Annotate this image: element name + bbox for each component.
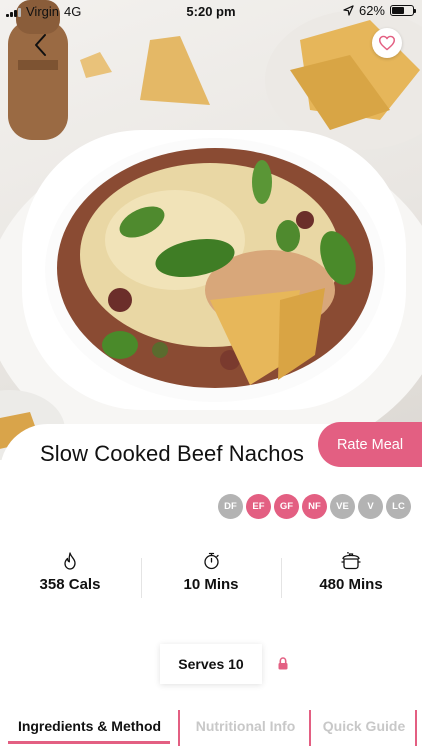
serves-button[interactable]: Serves 10 — [160, 644, 262, 684]
diet-tag-lc: LC — [386, 494, 411, 519]
tab-ingredients-method[interactable]: Ingredients & Method — [0, 706, 179, 746]
battery-icon — [390, 5, 416, 16]
tab-separator — [309, 710, 311, 746]
flame-icon — [64, 552, 76, 570]
tab-nutritional-info[interactable]: Nutritional Info — [181, 706, 310, 746]
diet-tag-ve: VE — [330, 494, 355, 519]
prep-time-value: 10 Mins — [183, 576, 239, 593]
dietary-tags: DF EF GF NF VE V LC — [218, 494, 411, 519]
back-button[interactable] — [28, 30, 54, 60]
stat-calories: 358 Cals — [0, 552, 140, 593]
calories-value: 358 Cals — [39, 576, 101, 593]
heart-outline-icon — [378, 35, 395, 51]
diet-tag-ef: EF — [246, 494, 271, 519]
cook-time-value: 480 Mins — [319, 576, 383, 593]
diet-tag-df: DF — [218, 494, 243, 519]
nachos-photo — [0, 0, 422, 460]
battery-percent: 62% — [358, 3, 385, 18]
stat-prep-time: 10 Mins — [141, 552, 281, 593]
status-bar: Virgin 4G 5:20 pm 62% — [0, 0, 422, 22]
location-arrow-icon — [343, 5, 354, 16]
stopwatch-icon — [203, 552, 219, 570]
status-right: 62% — [343, 3, 416, 18]
tab-separator — [415, 710, 417, 746]
stat-cook-time: 480 Mins — [281, 552, 421, 593]
active-tab-indicator — [8, 741, 170, 744]
battery-level — [392, 7, 405, 14]
favorite-button[interactable] — [372, 28, 402, 58]
tab-separator — [178, 710, 180, 746]
slow-cooker-icon — [341, 552, 361, 570]
diet-tag-nf: NF — [302, 494, 327, 519]
lock-icon — [278, 657, 288, 670]
recipe-hero-image — [0, 0, 422, 460]
recipe-stats: 358 Cals 10 Mins 480 Mins — [0, 552, 422, 604]
diet-tag-v: V — [358, 494, 383, 519]
recipe-title: Slow Cooked Beef Nachos — [40, 441, 305, 466]
chevron-left-icon — [35, 34, 46, 56]
tab-quick-guide[interactable]: Quick Guide — [312, 706, 416, 746]
rate-meal-button[interactable]: Rate Meal — [318, 422, 422, 467]
diet-tag-gf: GF — [274, 494, 299, 519]
